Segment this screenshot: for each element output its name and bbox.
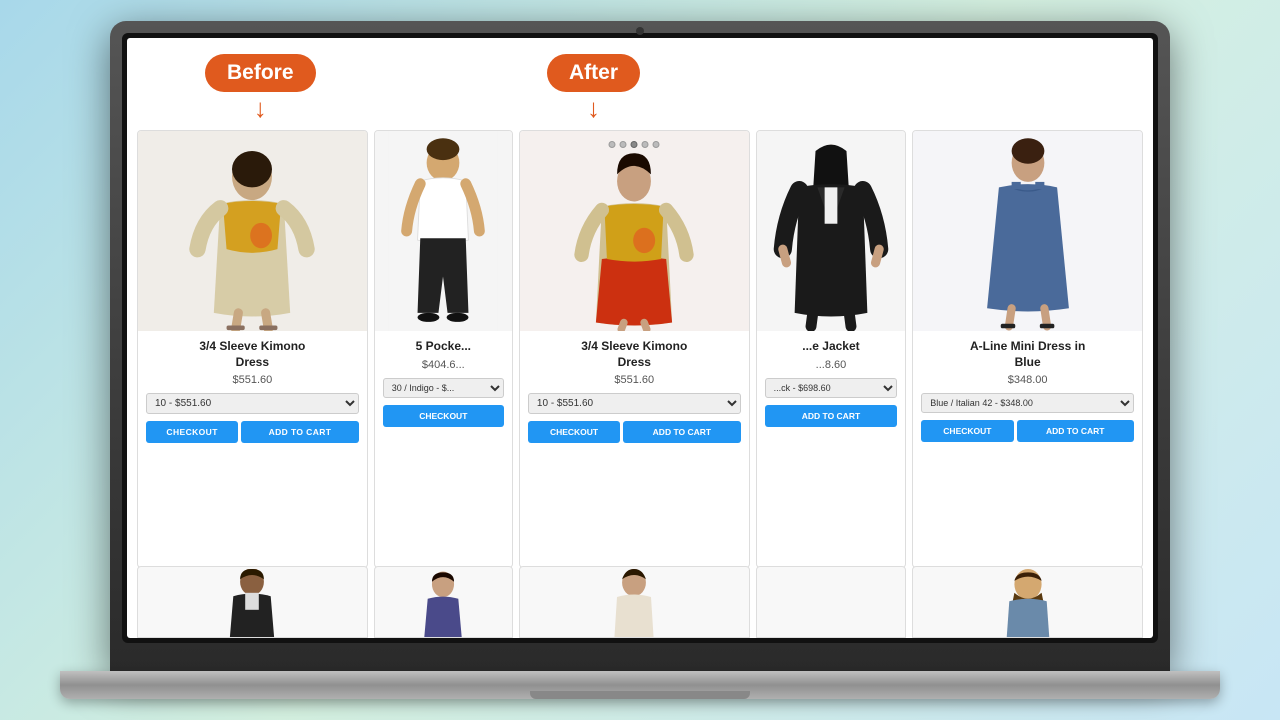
- product-card-5: A-Line Mini Dress inBlue $348.00 Blue / …: [912, 130, 1143, 568]
- product-title-4: ...e Jacket: [765, 339, 898, 355]
- product-select-4[interactable]: ...ck - $698.60: [765, 378, 898, 398]
- bottom-card-1: [137, 566, 368, 638]
- checkout-btn-2[interactable]: CHECKOUT: [383, 405, 504, 427]
- bottom-fig-1: [207, 569, 297, 637]
- product-card-1: 3/4 Sleeve KimonoDress $551.60 10 - $551…: [137, 130, 368, 568]
- product-price-5: $348.00: [921, 374, 1134, 386]
- product-card-4: ...e Jacket ...8.60 ...ck - $698.60 ADD …: [756, 130, 907, 568]
- checkout-btn-3[interactable]: CHECKOUT: [528, 421, 620, 443]
- add-to-cart-btn-5[interactable]: ADD TO CART: [1017, 420, 1134, 442]
- webcam-dot: [636, 27, 644, 35]
- product-info-3: 3/4 Sleeve KimonoDress $551.60 10 - $551…: [520, 331, 749, 567]
- laptop-body: Before ↓ After ↓: [110, 21, 1170, 671]
- product-info-2: 5 Pocke... $404.6... 30 / Indigo - $... …: [375, 331, 512, 567]
- product-image-3: [520, 131, 749, 331]
- bottom-fig-5: [983, 569, 1073, 637]
- before-badge: Before: [205, 54, 316, 92]
- product-title-5: A-Line Mini Dress inBlue: [921, 339, 1134, 370]
- product-buttons-3: CHECKOUT ADD TO CART: [528, 421, 741, 443]
- product-image-4: [757, 131, 906, 331]
- product-buttons-5: CHECKOUT ADD TO CART: [921, 420, 1134, 442]
- product-select-1[interactable]: 10 - $551.60: [146, 393, 359, 414]
- product-title-3: 3/4 Sleeve KimonoDress: [528, 339, 741, 370]
- bottom-card-2: [374, 566, 513, 638]
- product-info-5: A-Line Mini Dress inBlue $348.00 Blue / …: [913, 331, 1142, 567]
- checkout-btn-1[interactable]: CHECKOUT: [146, 421, 238, 443]
- laptop-container: Before ↓ After ↓: [60, 21, 1220, 699]
- product-select-2[interactable]: 30 / Indigo - $...: [383, 378, 504, 398]
- checkout-btn-5[interactable]: CHECKOUT: [921, 420, 1013, 442]
- man-svg: [383, 131, 503, 331]
- product-price-1: $551.60: [146, 374, 359, 386]
- product-buttons-1: CHECKOUT ADD TO CART: [146, 421, 359, 443]
- product-info-1: 3/4 Sleeve KimonoDress $551.60 10 - $551…: [138, 331, 367, 567]
- product-buttons-4: ADD TO CART: [765, 405, 898, 427]
- bottom-fig-3: [589, 569, 679, 637]
- add-to-cart-btn-3[interactable]: ADD TO CART: [623, 421, 740, 443]
- before-arrow: ↓: [254, 95, 267, 121]
- add-to-cart-btn-4[interactable]: ADD TO CART: [765, 405, 898, 427]
- products-row: 3/4 Sleeve KimonoDress $551.60 10 - $551…: [137, 130, 1143, 568]
- product-price-4: ...8.60: [765, 359, 898, 371]
- bottom-card-5: [912, 566, 1143, 638]
- black-jacket-svg: [766, 131, 896, 331]
- screen-bezel: Before ↓ After ↓: [122, 33, 1158, 643]
- product-price-2: $404.6...: [383, 359, 504, 371]
- before-label-wrapper: Before ↓: [205, 54, 316, 121]
- product-info-4: ...e Jacket ...8.60 ...ck - $698.60 ADD …: [757, 331, 906, 567]
- bottom-fig-2: [408, 569, 478, 637]
- after-arrow: ↓: [587, 95, 600, 121]
- product-buttons-2: CHECKOUT: [383, 405, 504, 427]
- blue-dress-svg: [938, 131, 1118, 331]
- product-price-3: $551.60: [528, 374, 741, 386]
- after-label-wrapper: After ↓: [547, 54, 640, 121]
- kimono-front-svg: [544, 149, 724, 331]
- product-card-2: 5 Pocke... $404.6... 30 / Indigo - $... …: [374, 130, 513, 568]
- screen: Before ↓ After ↓: [127, 38, 1153, 638]
- bottom-row: [137, 566, 1143, 638]
- add-to-cart-btn-1[interactable]: ADD TO CART: [241, 421, 358, 443]
- product-image-1: [138, 131, 367, 331]
- product-title-1: 3/4 Sleeve KimonoDress: [146, 339, 359, 370]
- product-select-3[interactable]: 10 - $551.60: [528, 393, 741, 414]
- product-image-5: [913, 131, 1142, 331]
- laptop-base: [60, 671, 1220, 699]
- product-image-2: [375, 131, 512, 331]
- bottom-card-4: [756, 566, 907, 638]
- after-badge: After: [547, 54, 640, 92]
- kimono-back-svg: [162, 131, 342, 331]
- bottom-card-3: [519, 566, 750, 638]
- product-title-2: 5 Pocke...: [383, 339, 504, 355]
- product-select-5[interactable]: Blue / Italian 42 - $348.00: [921, 393, 1134, 413]
- product-card-3: 3/4 Sleeve KimonoDress $551.60 10 - $551…: [519, 130, 750, 568]
